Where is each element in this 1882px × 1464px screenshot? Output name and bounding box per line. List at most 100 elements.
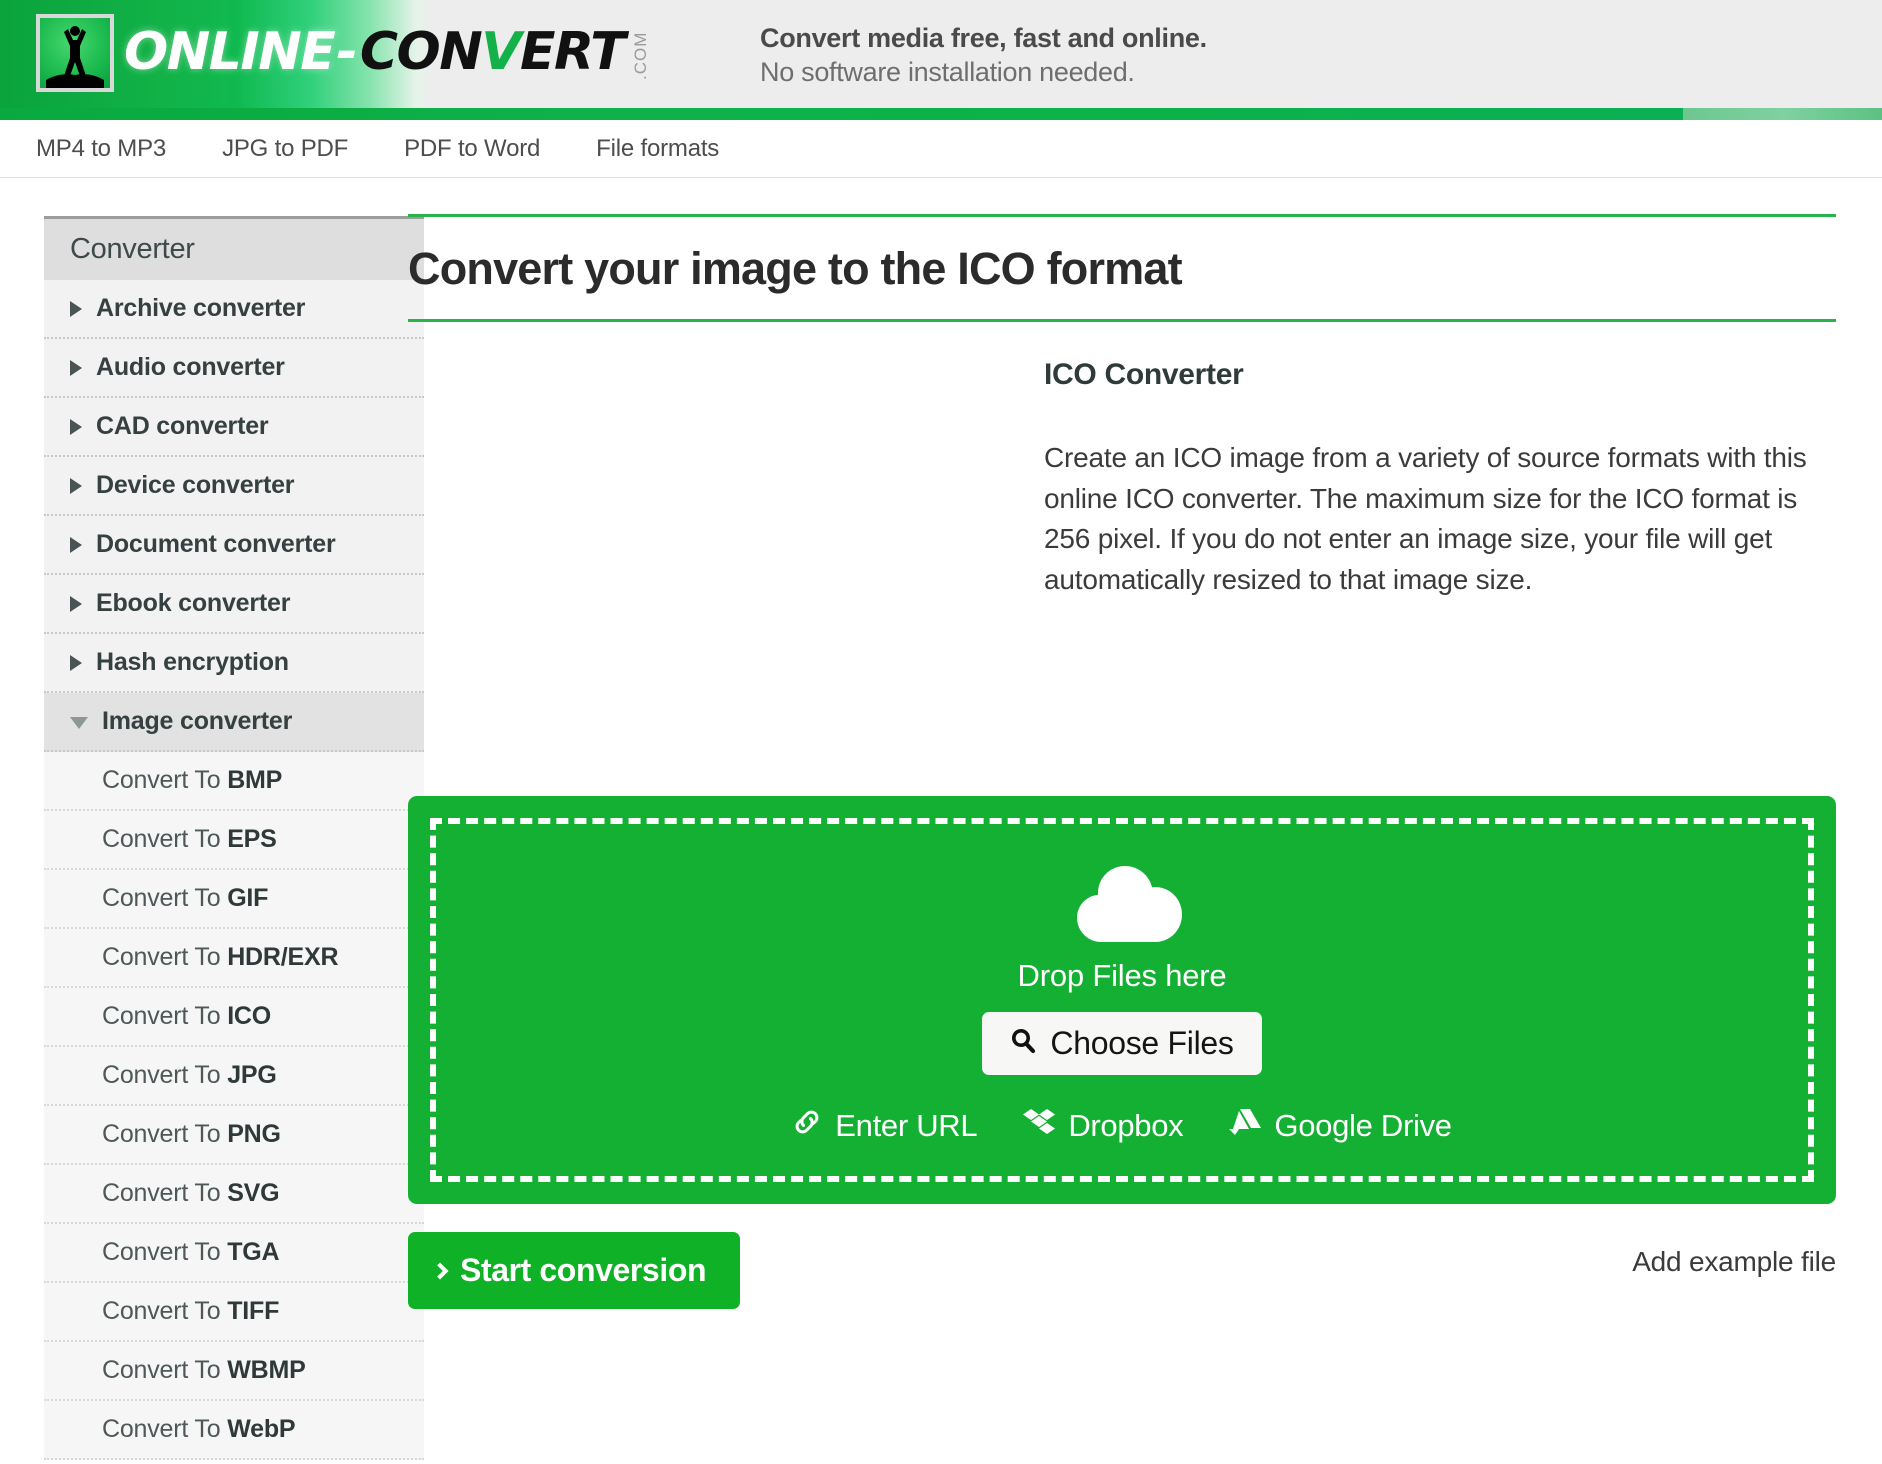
subitem-prefix: Convert To: [102, 766, 227, 794]
primary-nav: MP4 to MP3 JPG to PDF PDF to Word File f…: [0, 120, 1882, 178]
subitem-format: TIFF: [227, 1297, 279, 1325]
page-body: Converter Archive converter Audio conver…: [0, 178, 1882, 1463]
accent-bar-left: [0, 108, 1683, 120]
sidebar-subitem-convert-to-webp[interactable]: Convert To WebP: [44, 1401, 424, 1460]
choose-files-button[interactable]: Choose Files: [982, 1012, 1261, 1075]
sidebar-subitem-convert-to-png[interactable]: Convert To PNG: [44, 1106, 424, 1165]
wordmark-dash: -: [336, 22, 358, 82]
subitem-format: PNG: [227, 1120, 281, 1148]
sidebar-subitem-convert-to-hdr-exr[interactable]: Convert To HDR/EXR: [44, 929, 424, 988]
sidebar-subitem-convert-to-tiff[interactable]: Convert To TIFF: [44, 1283, 424, 1342]
sidebar-subitem-convert-to-svg[interactable]: Convert To SVG: [44, 1165, 424, 1224]
chevron-right-icon: [70, 478, 82, 494]
wordmark-online: ONLINE: [124, 22, 334, 82]
sidebar-item-label: Hash encryption: [96, 648, 289, 677]
sidebar-item-audio-converter[interactable]: Audio converter: [44, 339, 424, 398]
sidebar-item-archive-converter[interactable]: Archive converter: [44, 280, 424, 339]
sidebar-item-image-converter[interactable]: Image converter: [44, 693, 424, 752]
subitem-format: WBMP: [227, 1356, 305, 1384]
sidebar-subitem-convert-to-ico[interactable]: Convert To ICO: [44, 988, 424, 1047]
cloud-upload-icon: [1062, 855, 1182, 952]
intro-right-column: ICO Converter Create an ICO image from a…: [1044, 358, 1836, 748]
subitem-prefix: Convert To: [102, 1415, 227, 1443]
google-drive-icon: [1229, 1108, 1261, 1144]
sidebar-item-label: CAD converter: [96, 412, 268, 441]
subitem-prefix: Convert To: [102, 1356, 227, 1384]
wordmark-con: CON: [360, 22, 481, 82]
subitem-prefix: Convert To: [102, 1179, 227, 1207]
dropbox-icon: [1023, 1107, 1055, 1145]
accent-bar-right: [1683, 108, 1882, 120]
nav-item-mp4-to-mp3[interactable]: MP4 to MP3: [36, 135, 166, 163]
sidebar-subitem-convert-to-tga[interactable]: Convert To TGA: [44, 1224, 424, 1283]
title-rule-bottom: [408, 319, 1836, 322]
sidebar-subitem-convert-to-bmp[interactable]: Convert To BMP: [44, 752, 424, 811]
subitem-format: EPS: [227, 825, 276, 853]
subitem-prefix: Convert To: [102, 825, 227, 853]
start-conversion-button[interactable]: Start conversion: [408, 1232, 740, 1309]
sidebar-item-hash-encryption[interactable]: Hash encryption: [44, 634, 424, 693]
chevron-right-icon: [70, 596, 82, 612]
sidebar-subitem-convert-to-jpg[interactable]: Convert To JPG: [44, 1047, 424, 1106]
nav-item-file-formats[interactable]: File formats: [596, 135, 719, 163]
site-logo[interactable]: [36, 14, 114, 92]
main-content: Convert your image to the ICO format ICO…: [380, 178, 1882, 1309]
nav-item-pdf-to-word[interactable]: PDF to Word: [404, 135, 540, 163]
chevron-right-icon: [432, 1262, 449, 1279]
file-dropzone[interactable]: Drop Files here Choose Files: [408, 796, 1836, 1204]
enter-url-link[interactable]: Enter URL: [792, 1107, 977, 1145]
dropzone-dashed-area: Drop Files here Choose Files: [430, 818, 1814, 1182]
dropbox-label: Dropbox: [1068, 1108, 1183, 1144]
sidebar-item-label: Document converter: [96, 530, 336, 559]
header-accent-bar: [0, 108, 1882, 120]
nav-item-jpg-to-pdf[interactable]: JPG to PDF: [222, 135, 348, 163]
page-title: Convert your image to the ICO format: [408, 217, 1836, 319]
sidebar-subitem-convert-to-eps[interactable]: Convert To EPS: [44, 811, 424, 870]
chevron-right-icon: [70, 360, 82, 376]
subitem-prefix: Convert To: [102, 884, 227, 912]
sidebar-subitem-convert-to-wbmp[interactable]: Convert To WBMP: [44, 1342, 424, 1401]
subitem-format: JPG: [227, 1061, 276, 1089]
intro-left-column: [408, 358, 1044, 748]
wordmark-com: .COM: [632, 24, 649, 80]
sidebar-heading: Converter: [44, 216, 424, 280]
info-heading: ICO Converter: [1044, 358, 1836, 392]
chevron-right-icon: [70, 301, 82, 317]
upload-source-links: Enter URL Dropbox: [792, 1107, 1451, 1145]
subitem-prefix: Convert To: [102, 1238, 227, 1266]
sidebar-item-label: Archive converter: [96, 294, 305, 323]
chevron-right-icon: [70, 537, 82, 553]
sidebar-subitem-convert-to-gif[interactable]: Convert To GIF: [44, 870, 424, 929]
site-header: ONLINE - CONVERT .COM Convert media free…: [0, 0, 1882, 108]
google-drive-link[interactable]: Google Drive: [1229, 1108, 1451, 1144]
header-tagline: Convert media free, fast and online. No …: [760, 22, 1207, 90]
add-example-file-link[interactable]: Add example file: [1632, 1246, 1836, 1278]
subitem-prefix: Convert To: [102, 943, 227, 971]
subitem-prefix: Convert To: [102, 1297, 227, 1325]
subitem-prefix: Convert To: [102, 1120, 227, 1148]
subitem-format: HDR/EXR: [227, 943, 338, 971]
subitem-format: TGA: [227, 1238, 279, 1266]
site-wordmark[interactable]: ONLINE - CONVERT .COM: [124, 16, 649, 88]
sidebar-item-device-converter[interactable]: Device converter: [44, 457, 424, 516]
wordmark-convert: CONVERT: [360, 22, 624, 82]
link-icon: [792, 1107, 822, 1145]
sidebar-item-cad-converter[interactable]: CAD converter: [44, 398, 424, 457]
dropbox-link[interactable]: Dropbox: [1023, 1107, 1183, 1145]
sidebar: Converter Archive converter Audio conver…: [0, 178, 380, 1460]
subitem-format: SVG: [227, 1179, 279, 1207]
sidebar-item-document-converter[interactable]: Document converter: [44, 516, 424, 575]
subitem-prefix: Convert To: [102, 1061, 227, 1089]
sidebar-item-label: Image converter: [102, 707, 292, 736]
sidebar-item-ebook-converter[interactable]: Ebook converter: [44, 575, 424, 634]
subitem-format: BMP: [227, 766, 282, 794]
dropzone-label: Drop Files here: [1018, 958, 1227, 994]
sidebar-item-label: Ebook converter: [96, 589, 290, 618]
chevron-right-icon: [70, 419, 82, 435]
sidebar-item-label: Audio converter: [96, 353, 285, 382]
chevron-down-icon: [70, 717, 88, 729]
sidebar-item-label: Device converter: [96, 471, 294, 500]
action-row: Start conversion Add example file: [408, 1232, 1836, 1309]
intro-section: ICO Converter Create an ICO image from a…: [408, 358, 1836, 748]
chevron-right-icon: [70, 655, 82, 671]
